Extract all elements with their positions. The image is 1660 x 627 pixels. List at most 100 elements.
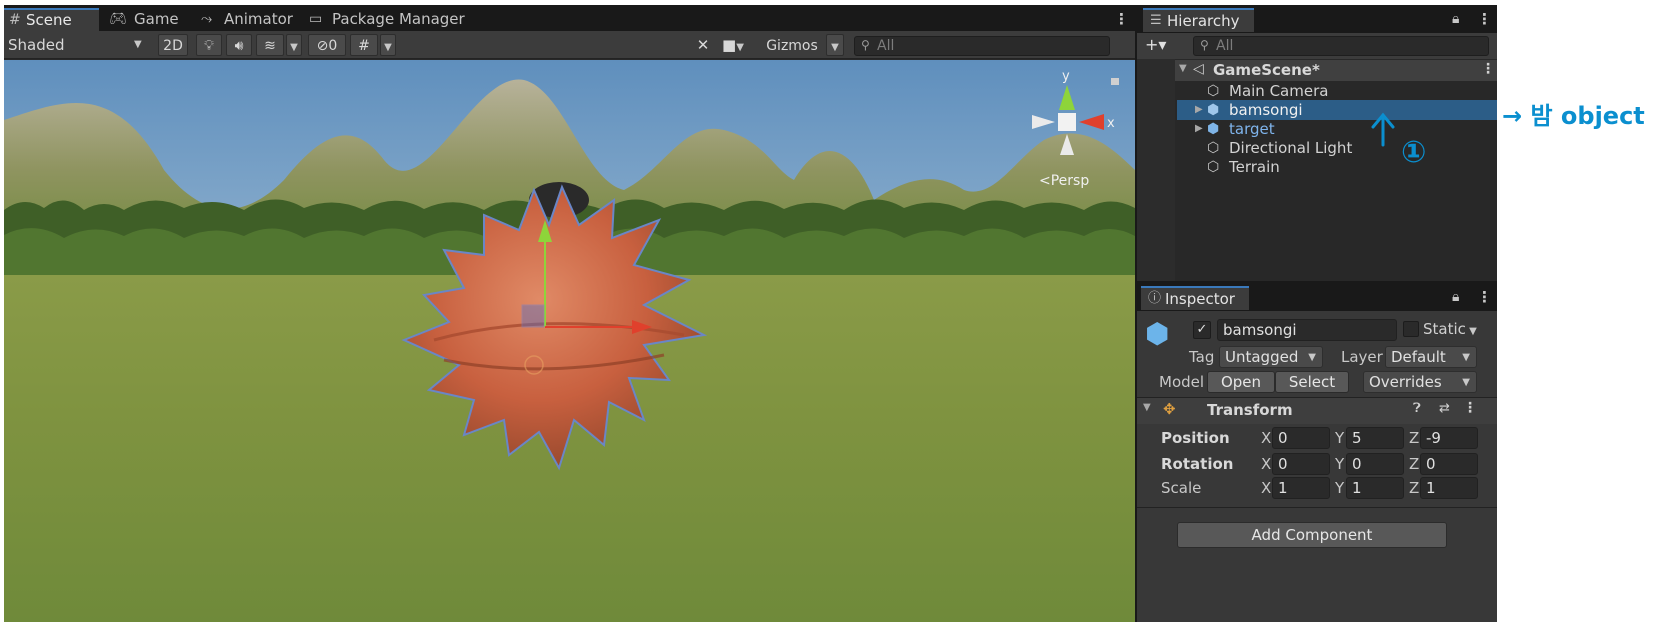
model-label: Model (1159, 373, 1205, 391)
hierarchy-item-bamsongi[interactable]: ▶ ⬢ bamsongi (1177, 100, 1497, 120)
hierarchy-item-directional-light[interactable]: ⬡ Directional Light (1177, 138, 1497, 158)
transform-header[interactable]: ▼ ✥ Transform ❓︎ ⇄ ⋮ (1137, 398, 1497, 424)
position-z-field[interactable]: -9 (1420, 427, 1478, 449)
expand-arrow-icon[interactable]: ▼ (1179, 63, 1187, 74)
tag-dropdown[interactable]: Untagged ▼ (1219, 346, 1323, 368)
scene-row-menu-icon[interactable]: ⋮ (1481, 61, 1495, 77)
select-model-button[interactable]: Select (1275, 371, 1349, 393)
tab-scene[interactable]: # Scene (4, 8, 99, 31)
eye-slash-icon: ⊘ (316, 38, 329, 54)
lock-icon[interactable]: 🔒︎ (1452, 11, 1459, 27)
inspector-tabbar: ⓘ Inspector 🔒︎ ⋮ (1137, 283, 1497, 311)
tab-inspector[interactable]: ⓘ Inspector (1141, 286, 1249, 310)
position-x-field[interactable]: 0 (1272, 427, 1330, 449)
component-menu-icon[interactable]: ⋮ (1463, 400, 1477, 416)
search-icon: ⚲ (1200, 38, 1209, 52)
divider (1137, 507, 1497, 508)
tag-label: Tag (1189, 348, 1215, 366)
hierarchy-item-target[interactable]: ▶ ⬢ target (1177, 119, 1497, 139)
scale-y-label: Y (1335, 479, 1345, 497)
position-y-field[interactable]: 5 (1346, 427, 1404, 449)
animator-icon: ⤳ (201, 11, 213, 27)
hierarchy-toolbar: +▾ ⚲ All (1137, 33, 1497, 59)
scene-header-row[interactable]: ▼ ◁ GameScene* ⋮ (1175, 60, 1497, 81)
rotation-x-label: X (1261, 455, 1272, 473)
grid-dropdown-icon[interactable]: ▼ (380, 34, 396, 56)
hierarchy-item-main-camera[interactable]: ⬡ Main Camera (1177, 81, 1497, 101)
tab-package-manager[interactable]: ▭ Package Manager (304, 8, 465, 31)
annotation-marker: ① (1401, 135, 1427, 170)
info-icon: ⓘ (1148, 291, 1162, 306)
gizmos-dropdown-icon[interactable]: ▼ (826, 34, 844, 56)
scale-y-field[interactable]: 1 (1346, 477, 1404, 499)
layer-dropdown[interactable]: Default ▼ (1385, 346, 1477, 368)
search-icon: ⚲ (861, 38, 870, 52)
scale-x-field[interactable]: 1 (1272, 477, 1330, 499)
hierarchy-menu-icon[interactable]: ⋮ (1477, 10, 1492, 28)
rotation-y-field[interactable]: 0 (1346, 453, 1404, 475)
collapse-arrow-icon[interactable]: ▼ (1143, 402, 1151, 413)
position-label: Position (1161, 429, 1230, 447)
static-dropdown[interactable]: Static ▼ (1423, 319, 1477, 342)
projection-label: <Persp (1039, 173, 1089, 189)
unity-scene-icon: ◁ (1193, 61, 1204, 77)
add-object-button[interactable]: +▾ (1145, 35, 1166, 54)
scene-name: GameScene* (1213, 61, 1320, 79)
2d-toggle[interactable]: 2D (158, 34, 188, 56)
active-checkbox[interactable]: ✓ (1193, 321, 1211, 339)
inspector-menu-icon[interactable]: ⋮ (1477, 288, 1492, 306)
static-checkbox[interactable] (1403, 321, 1419, 337)
hidden-objects-toggle[interactable]: ⊘0 (308, 34, 346, 56)
transform-icon: ✥ (1163, 400, 1176, 418)
scene-menu-icon[interactable]: ⋮ (1114, 10, 1129, 28)
scene-render: y x <Persp (4, 60, 1135, 622)
gizmos-button[interactable]: Gizmos (760, 34, 824, 56)
hierarchy-item-terrain[interactable]: ⬡ Terrain (1177, 157, 1497, 177)
expand-arrow-icon[interactable]: ▶ (1195, 100, 1203, 120)
grid-icon: # (9, 12, 21, 28)
tab-game[interactable]: 🎮︎ Game (104, 8, 189, 31)
rotation-y-label: Y (1335, 455, 1345, 473)
position-y-label: Y (1335, 429, 1345, 447)
open-model-button[interactable]: Open (1207, 371, 1275, 393)
object-name-field[interactable]: bamsongi (1217, 319, 1397, 341)
layer-label: Layer (1341, 348, 1383, 366)
rotation-z-field[interactable]: 0 (1420, 453, 1478, 475)
scene-viewport[interactable]: y x <Persp (4, 60, 1135, 622)
effects-dropdown-icon[interactable]: ▼ (286, 34, 302, 56)
tab-animator[interactable]: ⤳ Animator (196, 8, 296, 31)
shading-mode-dropdown[interactable]: Shaded ▼ (8, 34, 148, 56)
transform-title: Transform (1207, 401, 1293, 419)
add-component-button[interactable]: Add Component (1177, 522, 1447, 548)
help-icon[interactable]: ❓︎ (1413, 401, 1421, 416)
overrides-dropdown[interactable]: Overrides ▼ (1363, 371, 1477, 393)
scale-z-label: Z (1409, 479, 1420, 497)
list-icon: ☰ (1150, 13, 1162, 28)
lighting-toggle-icon[interactable]: 💡︎ (196, 34, 222, 56)
expand-arrow-icon[interactable]: ▶ (1195, 119, 1203, 139)
scale-z-field[interactable]: 1 (1420, 477, 1478, 499)
hierarchy-search-input[interactable]: ⚲ All (1193, 36, 1489, 56)
tab-hierarchy[interactable]: ☰ Hierarchy (1143, 8, 1254, 32)
audio-toggle-icon[interactable]: 🔊︎ (226, 34, 252, 56)
cube-outline-icon: ⬡ (1207, 140, 1220, 156)
gamepad-icon: 🎮︎ (109, 11, 127, 27)
rotation-x-field[interactable]: 0 (1272, 453, 1330, 475)
hierarchy-tabbar: ☰ Hierarchy 🔒︎ ⋮ (1137, 5, 1497, 33)
annotation-arrow-up (1371, 112, 1395, 147)
annotation-label: → 밤 object (1502, 102, 1645, 130)
camera-icon[interactable]: ■▼ (722, 34, 756, 56)
scene-search-input[interactable]: ⚲ All (854, 36, 1110, 56)
preset-icon[interactable]: ⇄ (1439, 401, 1450, 416)
tools-icon[interactable]: ✕ (690, 34, 716, 56)
lock-icon[interactable]: 🔒︎ (1452, 289, 1459, 305)
scale-label: Scale (1161, 479, 1202, 497)
effects-toggle-icon[interactable]: ≋ (256, 34, 284, 56)
scene-toolbar: Shaded ▼ 2D 💡︎ 🔊︎ ≋ ▼ ⊘0 # ▼ ✕ ■▼ Gizmos… (4, 31, 1135, 59)
chevron-down-icon: ▼ (1308, 352, 1316, 363)
cube-outline-icon: ⬡ (1207, 83, 1220, 99)
grid-snap-icon[interactable]: # (350, 34, 378, 56)
package-icon: ▭ (309, 11, 323, 27)
hierarchy-gutter (1137, 59, 1175, 281)
cube-outline-icon: ⬡ (1207, 159, 1220, 175)
